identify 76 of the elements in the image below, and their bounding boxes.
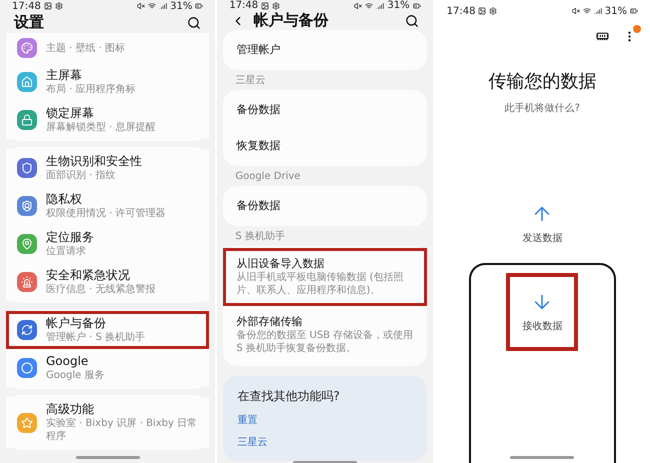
home-indicator — [76, 456, 140, 459]
item-subtitle: Google 服务 — [46, 369, 104, 382]
item-subtitle: 权限使用情况 · 许可管理器 — [46, 207, 166, 220]
wifi-icon — [365, 2, 374, 10]
mute-icon — [572, 7, 580, 15]
item-title: 定位服务 — [46, 230, 94, 245]
notification-badge — [632, 25, 641, 33]
item-title: 从旧设备导入数据 — [236, 257, 326, 271]
item-description: 备份您的数据至 USB 存储设备，或使用 S 换机助手恢复备份数据。 — [236, 329, 414, 355]
battery-icon — [412, 2, 421, 10]
item-title: 恢复数据 — [236, 139, 282, 153]
notification-icon — [489, 7, 498, 15]
signal-icon — [159, 2, 168, 10]
notification-icon — [261, 2, 270, 10]
notification-icon — [54, 2, 63, 10]
status-time: 17:48 — [446, 6, 476, 16]
item-title: 生物识别和安全性 — [46, 154, 142, 169]
notification-icon — [272, 2, 280, 10]
item-title: 备份数据 — [236, 199, 282, 213]
item-title: 外部存储传输 — [236, 315, 304, 329]
item-title: 锁定屏幕 — [46, 106, 95, 121]
item-title: 帐户与备份 — [46, 316, 107, 331]
settings-item[interactable]: 高级功能 实验室 · Bixby 识屏 · Bixby 日常程序 — [6, 397, 210, 448]
item-title: 备份数据 — [236, 103, 282, 117]
menu-item[interactable]: 从旧设备导入数据 从旧手机或平板电脑传输数据 (包括照片、联系人、应用程序和信息)。 — [223, 248, 427, 306]
suggestion-title: 在查找其他功能吗? — [237, 388, 341, 405]
section-label: S 换机助手 — [234, 230, 286, 244]
battery-level: 31% — [387, 0, 410, 11]
signal-icon — [594, 7, 602, 15]
menu-item[interactable]: 备份数据 — [223, 188, 427, 224]
status-time: 17:48 — [12, 0, 41, 12]
screen-title: 设置 — [14, 13, 44, 32]
item-title: 高级功能 — [46, 402, 95, 417]
mute-icon — [354, 2, 362, 10]
wifi-icon — [582, 7, 591, 15]
section-label: Google Drive — [234, 170, 302, 184]
item-description: 从旧手机或平板电脑传输数据 (包括照片、联系人、应用程序和信息)。 — [236, 271, 404, 297]
battery-icon — [195, 2, 204, 10]
suggestion-link[interactable]: 三星云 — [237, 435, 413, 449]
receive-data-button[interactable]: 接收数据 — [506, 273, 578, 351]
signal-icon — [376, 2, 384, 10]
item-subtitle: 主题 · 壁纸 · 图标 — [46, 42, 126, 54]
menu-item[interactable]: 恢复数据 — [223, 128, 427, 164]
section-label: 三星云 — [234, 74, 266, 88]
home-indicator — [510, 456, 574, 459]
send-data-button[interactable]: 发送数据 — [506, 185, 578, 263]
item-title: 隐私权 — [46, 192, 83, 207]
item-subtitle: 面部识别 · 指纹 — [46, 169, 117, 182]
mute-icon — [137, 2, 146, 10]
screen-title: 帐户与备份 — [253, 11, 328, 30]
status-time: 17:48 — [229, 0, 258, 11]
item-title: 管理帐户 — [236, 43, 282, 57]
item-title: 安全和紧急状况 — [46, 268, 131, 283]
battery-level: 31% — [170, 0, 192, 12]
notification-icon — [478, 7, 486, 15]
item-title: 主屏幕 — [46, 68, 83, 83]
menu-item[interactable]: 备份数据 — [223, 92, 427, 128]
item-subtitle: 医疗信息 · 无线紧急警报 — [46, 283, 156, 296]
item-subtitle: 实验室 · Bixby 识屏 · Bixby 日常程序 — [46, 417, 198, 443]
menu-item[interactable]: 管理帐户 — [223, 32, 427, 68]
menu-item[interactable]: 外部存储传输 备份您的数据至 USB 存储设备，或使用 S 换机助手恢复备份数据。 — [223, 306, 427, 364]
item-subtitle: 布局 · 应用程序角标 — [46, 83, 136, 96]
battery-icon — [630, 7, 638, 15]
item-subtitle: 屏幕解锁类型 · 息屏提醒 — [46, 121, 156, 134]
search-icon[interactable] — [404, 14, 419, 28]
item-subtitle: 位置请求 — [46, 245, 87, 258]
battery-level: 31% — [604, 6, 627, 16]
notification-icon — [44, 2, 52, 10]
search-icon[interactable] — [187, 16, 202, 30]
suggestion-link[interactable]: 重置 — [237, 413, 413, 427]
screen-subtitle: 此手机将做什么? — [504, 102, 581, 115]
item-title: Google — [46, 354, 90, 369]
item-subtitle: 管理帐户 · S 换机助手 — [46, 331, 146, 344]
settings-item[interactable]: 帐户与备份 管理帐户 · S 换机助手 — [6, 311, 210, 349]
screen-title: 传输您的数据 — [487, 70, 598, 93]
wifi-icon — [148, 2, 156, 10]
